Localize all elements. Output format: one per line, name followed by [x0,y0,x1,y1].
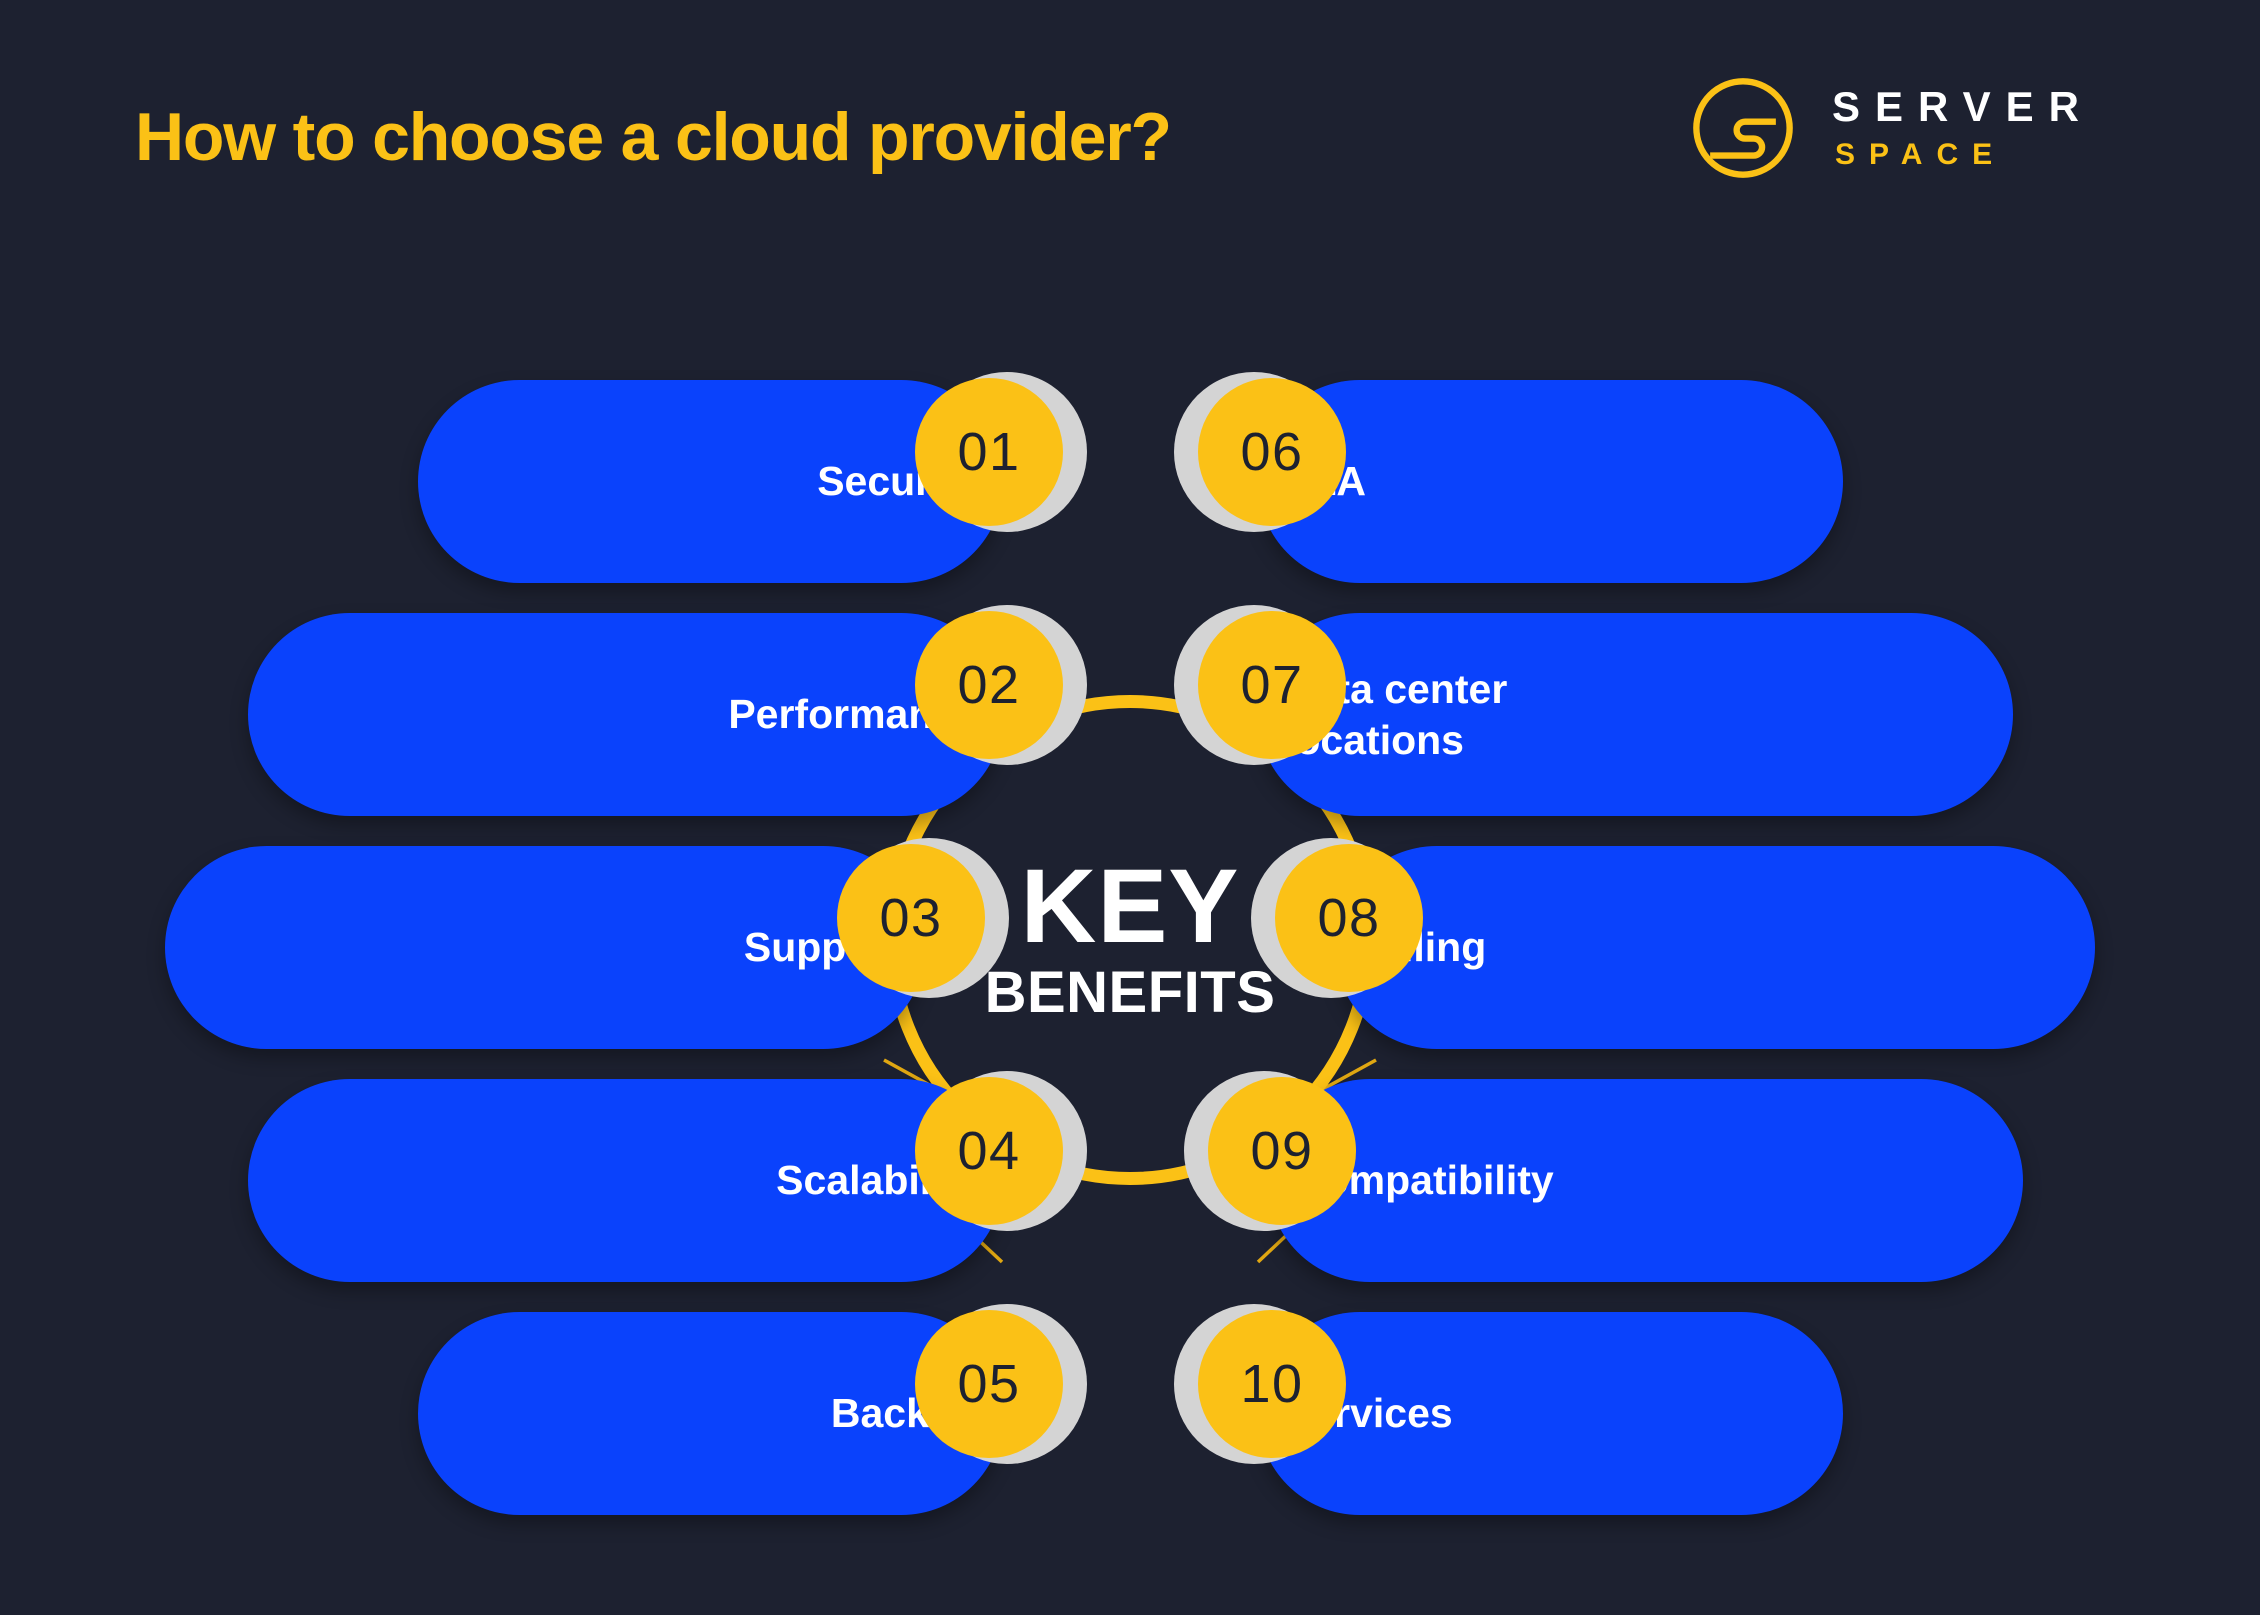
badge-disc: 08 [1275,844,1423,992]
badge-disc: 05 [915,1310,1063,1458]
benefit-number-badge: 01 [915,372,1087,532]
benefit-card-02[interactable]: Performance 02 [248,605,1087,816]
benefit-number: 05 [957,1354,1021,1414]
badge-disc: 06 [1198,378,1346,526]
benefit-card-01[interactable]: Security 01 [418,372,1087,583]
benefit-number: 06 [1240,422,1304,482]
benefit-number-badge: 07 [1174,605,1346,765]
badge-disc: 02 [915,611,1063,759]
benefit-number: 07 [1240,655,1304,715]
benefit-number-badge: 04 [915,1071,1087,1231]
benefit-number-badge: 05 [915,1304,1087,1464]
benefit-number: 08 [1317,888,1381,948]
benefit-number-badge: 09 [1184,1071,1356,1231]
benefit-number: 04 [957,1121,1021,1181]
benefit-number-badge: 08 [1251,838,1423,998]
benefit-card-10[interactable]: 10 Services [1174,1304,1843,1515]
benefit-number: 03 [879,888,943,948]
benefit-card-03[interactable]: Support 03 [165,838,1009,1049]
benefit-card-07[interactable]: 07 Data center locations [1174,605,2013,816]
badge-disc: 01 [915,378,1063,526]
benefit-card-09[interactable]: 09 Compatibility [1184,1071,2023,1282]
benefit-number-badge: 06 [1174,372,1346,532]
benefit-number: 02 [957,655,1021,715]
badge-disc: 04 [915,1077,1063,1225]
benefit-card-04[interactable]: Scalability 04 [248,1071,1087,1282]
benefit-number-badge: 02 [915,605,1087,765]
benefit-number-badge: 10 [1174,1304,1346,1464]
badge-disc: 09 [1208,1077,1356,1225]
benefit-card-08[interactable]: 08 Billing [1251,838,2095,1049]
benefit-card-05[interactable]: Backup 05 [418,1304,1087,1515]
hub-title-line2: BENEFITS [984,960,1276,1025]
hub-title-line1: KEY [1020,848,1240,966]
benefit-number: 09 [1250,1121,1314,1181]
benefit-number: 01 [957,422,1021,482]
benefit-number-badge: 03 [837,838,1009,998]
benefit-number: 10 [1240,1354,1304,1414]
infographic-canvas: How to choose a cloud provider? SERVER S… [0,0,2260,1615]
badge-disc: 07 [1198,611,1346,759]
badge-disc: 03 [837,844,985,992]
benefit-card-06[interactable]: 06 SLA [1174,372,1843,583]
badge-disc: 10 [1198,1310,1346,1458]
